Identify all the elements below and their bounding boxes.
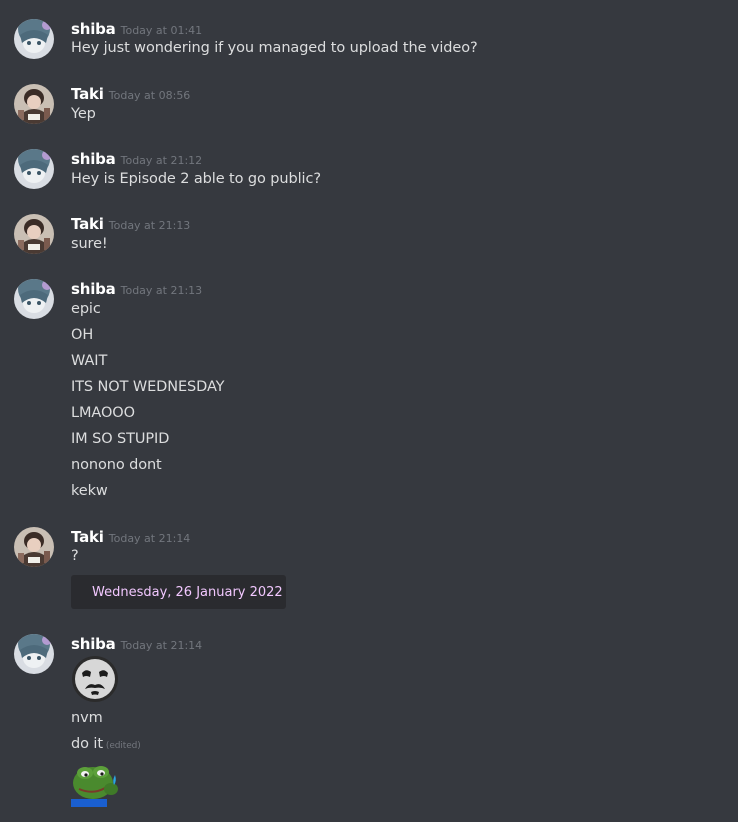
message-text-content: do it: [71, 736, 103, 752]
date-embed: Wednesday, 26 January 2022: [71, 575, 286, 609]
message-text: sure!: [71, 236, 108, 252]
message-text: Hey just wondering if you managed to upl…: [71, 40, 478, 56]
message-text: kekw: [71, 483, 108, 499]
message-timestamp[interactable]: Today at 21:14: [121, 639, 203, 652]
message-text: nvm: [71, 710, 103, 726]
author-name[interactable]: shiba: [71, 20, 116, 38]
message-text: ?: [71, 548, 79, 564]
avatar-shiba[interactable]: [14, 279, 54, 319]
message-header: shiba Today at 21:14: [71, 634, 202, 654]
message-text: nonono dont: [71, 457, 162, 473]
author-name[interactable]: shiba: [71, 635, 116, 653]
message-timestamp[interactable]: Today at 21:13: [109, 219, 191, 232]
author-name[interactable]: shiba: [71, 150, 116, 168]
avatar-shiba[interactable]: [14, 149, 54, 189]
message-timestamp[interactable]: Today at 21:12: [121, 154, 203, 167]
date-embed-text: Wednesday, 26 January 2022: [92, 585, 283, 600]
message-text: epic: [71, 301, 101, 317]
avatar-shiba[interactable]: [14, 634, 54, 674]
message-text: OH: [71, 327, 94, 343]
message-text: WAIT: [71, 353, 108, 369]
avatar-shiba[interactable]: [14, 19, 54, 59]
avatar-taki[interactable]: [14, 214, 54, 254]
message-text: Hey is Episode 2 able to go public?: [71, 171, 321, 187]
message-text: IM SO STUPID: [71, 431, 170, 447]
message-timestamp[interactable]: Today at 21:13: [121, 284, 203, 297]
message-text: Yep: [71, 106, 96, 122]
message-header: Taki Today at 21:13: [71, 214, 190, 234]
avatar-taki[interactable]: [14, 84, 54, 124]
message-header: shiba Today at 21:13: [71, 279, 202, 299]
author-name[interactable]: Taki: [71, 85, 104, 103]
pepe-frog-emoji[interactable]: [71, 761, 121, 811]
author-name[interactable]: Taki: [71, 528, 104, 546]
author-name[interactable]: shiba: [71, 280, 116, 298]
message-timestamp[interactable]: Today at 21:14: [109, 532, 191, 545]
sad-face-emoji[interactable]: [71, 655, 119, 707]
avatar-taki[interactable]: [14, 527, 54, 567]
message-header: shiba Today at 21:12: [71, 149, 202, 169]
message-text: do it (edited): [71, 736, 141, 752]
message-timestamp[interactable]: Today at 08:56: [109, 89, 191, 102]
edited-label: (edited): [105, 741, 141, 751]
message-text: ITS NOT WEDNESDAY: [71, 379, 225, 395]
message-text: LMAOOO: [71, 405, 135, 421]
message-header: shiba Today at 01:41: [71, 19, 202, 39]
message-timestamp[interactable]: Today at 01:41: [121, 24, 203, 37]
author-name[interactable]: Taki: [71, 215, 104, 233]
message-header: Taki Today at 08:56: [71, 84, 190, 104]
message-header: Taki Today at 21:14: [71, 527, 190, 547]
